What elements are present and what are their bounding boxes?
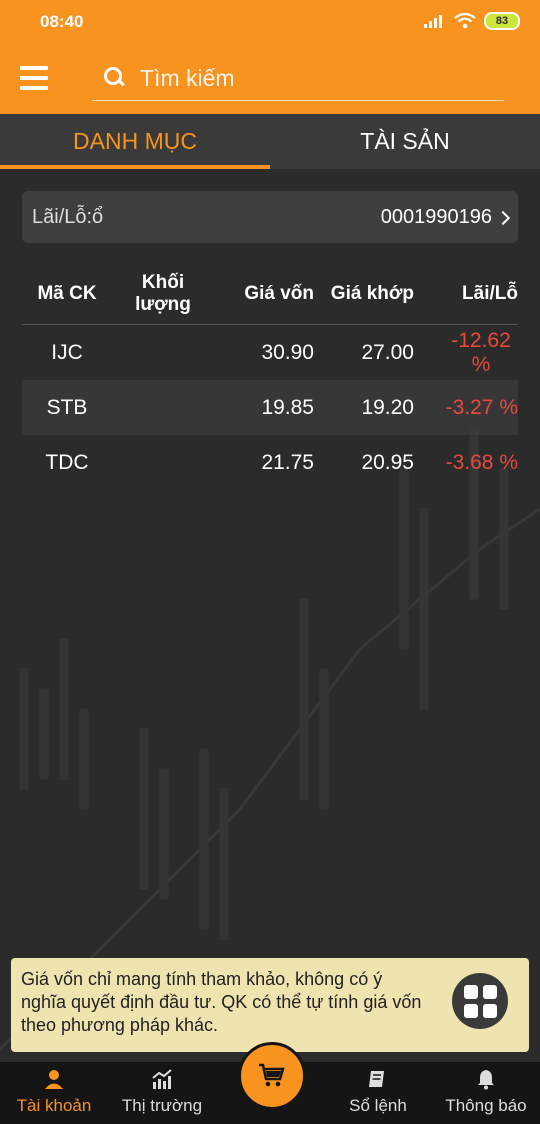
stock-code: TDC	[45, 450, 89, 474]
profit-loss-label: Lãi/Lỗ:ổ	[32, 205, 104, 228]
person-icon	[45, 1070, 63, 1089]
table-row[interactable]: IJC 30.90 27.00 -12.62 %	[22, 325, 518, 380]
tab-danh-muc[interactable]: DANH MỤC	[0, 114, 270, 169]
match-price: 19.20	[361, 395, 414, 419]
tab-bar: DANH MỤC TÀI SẢN	[0, 114, 540, 169]
tab-tai-san[interactable]: TÀI SẢN	[270, 114, 540, 169]
status-icons: 83	[424, 12, 520, 30]
search-bar[interactable]	[92, 56, 504, 101]
cost-price: 19.85	[261, 395, 314, 419]
search-input[interactable]	[138, 63, 482, 93]
header-cost: Giá vốn	[244, 283, 314, 304]
match-price: 27.00	[361, 340, 414, 364]
chart-icon	[152, 1069, 172, 1089]
chevron-right-icon	[495, 211, 511, 226]
wifi-icon	[454, 13, 476, 29]
header-code: Mã CK	[37, 283, 97, 304]
status-time: 08:40	[40, 12, 84, 31]
book-icon	[369, 1071, 384, 1087]
signal-icon	[424, 14, 446, 28]
stock-code: STB	[46, 395, 88, 419]
nav-label: Thông báo	[445, 1096, 527, 1115]
bell-icon	[478, 1070, 494, 1090]
order-cart-button[interactable]	[238, 1042, 306, 1110]
profit-loss: -3.27 %	[445, 395, 518, 419]
cart-icon	[259, 1063, 285, 1087]
profit-loss: -3.68 %	[445, 450, 518, 474]
table-row[interactable]: TDC 21.75 20.95 -3.68 %	[22, 435, 518, 490]
header-volume: Khối lượng	[135, 272, 191, 315]
header-pl: Lãi/Lỗ	[462, 283, 518, 304]
nav-notifications[interactable]: Thông báo	[432, 1062, 540, 1124]
nav-account[interactable]: Tài khoản	[0, 1062, 108, 1124]
table-row[interactable]: STB 19.85 19.20 -3.27 %	[22, 380, 518, 435]
match-price: 20.95	[361, 450, 414, 474]
nav-label: Tài khoản	[16, 1096, 92, 1115]
account-number-wrap: 0001990196	[380, 205, 511, 229]
stock-code: IJC	[51, 340, 83, 364]
nav-order-book[interactable]: Sổ lệnh	[324, 1062, 432, 1124]
grid-icon	[463, 984, 478, 999]
nav-label: Thị trường	[121, 1096, 203, 1115]
nav-label: Sổ lệnh	[349, 1096, 407, 1115]
app-header: 08:40 83	[0, 0, 540, 114]
account-selector[interactable]: Lãi/Lỗ:ổ 0001990196	[22, 191, 518, 243]
cost-price: 30.90	[261, 340, 314, 364]
account-number: 0001990196	[380, 205, 492, 228]
battery-indicator: 83	[484, 12, 520, 30]
menu-icon[interactable]	[20, 66, 48, 90]
nav-market[interactable]: Thị trường	[108, 1062, 216, 1124]
search-icon	[104, 67, 126, 89]
cost-price: 21.75	[261, 450, 314, 474]
table-header: Mã CK Khối lượng Giá vốn Giá khớp Lãi/Lỗ	[22, 264, 518, 325]
grid-menu-button[interactable]	[452, 973, 508, 1029]
portfolio-table: Mã CK Khối lượng Giá vốn Giá khớp Lãi/Lỗ…	[22, 264, 518, 490]
header-match: Giá khớp	[330, 283, 414, 304]
profit-loss: -12.62 %	[451, 328, 511, 376]
